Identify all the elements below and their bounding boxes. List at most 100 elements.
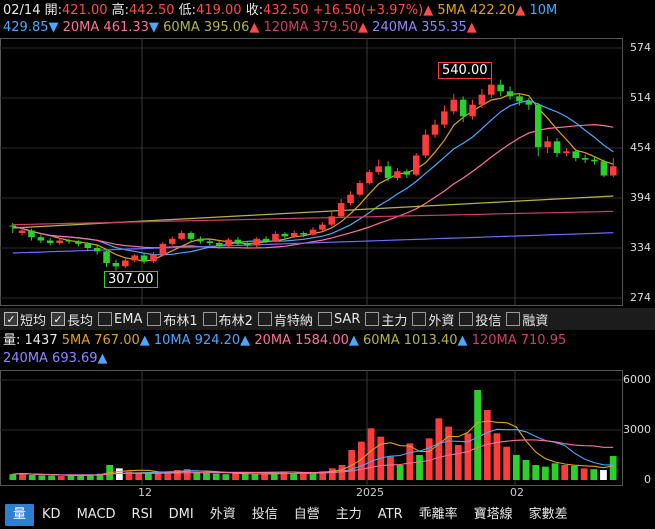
candle-body: [610, 166, 617, 176]
volume-bar: [145, 473, 152, 480]
candle-body: [450, 99, 458, 112]
volume-bar: [445, 426, 452, 480]
tab-7[interactable]: 自營: [286, 504, 328, 526]
ma20-value: 20MA 461.33: [62, 20, 149, 35]
volume-summary: 量: 1437 5MA 767.00▲ 10MA 924.20▲ 20MA 15…: [3, 333, 567, 348]
vol-ma20: 20MA 1584.00: [254, 333, 349, 348]
price-axis-tick: 274: [630, 291, 651, 304]
candle-body: [459, 99, 467, 117]
checkbox[interactable]: [365, 312, 380, 326]
candle-body: [225, 239, 232, 247]
checkbox[interactable]: [506, 312, 521, 326]
low-price: 419.00: [196, 3, 242, 18]
candle-body: [215, 243, 223, 247]
open-price: 421.00: [62, 3, 108, 18]
price-chart[interactable]: [0, 38, 655, 306]
volume-bar: [48, 475, 55, 480]
candle-body: [262, 238, 270, 242]
toggle-9[interactable]: 投信: [459, 310, 501, 329]
candle-body: [516, 96, 523, 102]
tab-9[interactable]: ATR: [370, 504, 411, 526]
ma10-value-part1: 10M: [529, 3, 558, 18]
candle-body: [469, 104, 476, 117]
ma-summary: 429.85▼ 20MA 461.33▼ 60MA 395.06▲ 120MA …: [3, 20, 477, 35]
volume-axis-tick: 6000: [623, 373, 651, 386]
tab-8[interactable]: 主力: [328, 504, 370, 526]
candle-body: [253, 238, 260, 246]
candle-body: [488, 84, 495, 95]
volume-bar: [232, 473, 239, 480]
candle-body: [422, 134, 429, 156]
toggle-label: 主力: [381, 313, 408, 329]
candle-body: [544, 141, 551, 148]
candle-body: [103, 251, 110, 263]
candle-body: [356, 183, 364, 195]
volume-bar: [512, 455, 520, 480]
tab-12[interactable]: 家數差: [521, 504, 576, 526]
toggle-label: 布林2: [218, 313, 253, 329]
toggle-8[interactable]: 外資: [412, 310, 454, 329]
candle-body: [394, 171, 401, 178]
volume-bar: [9, 474, 17, 480]
ma10-value-part2: 429.85: [3, 20, 49, 35]
vol-ma240: 240MA 693.69: [3, 351, 98, 366]
candle-body: [319, 224, 326, 230]
candle-body: [18, 230, 26, 233]
price-chart-frame: [0, 38, 623, 306]
candle-body: [28, 230, 35, 238]
toggle-2[interactable]: EMA: [98, 312, 142, 327]
volume-bar: [212, 473, 220, 480]
candle-body: [37, 237, 45, 241]
tab-10[interactable]: 乖離率: [411, 504, 466, 526]
toggle-3[interactable]: 布林1: [147, 310, 198, 329]
candle-body: [553, 141, 561, 153]
ma120-value: 120MA 379.50: [263, 20, 359, 35]
checkbox[interactable]: [317, 312, 332, 326]
tab-2[interactable]: MACD: [69, 504, 124, 526]
toggle-6[interactable]: SAR: [317, 312, 360, 327]
tab-4[interactable]: DMI: [161, 504, 202, 526]
toggle-1[interactable]: ✓ 長均: [51, 310, 93, 329]
volume-bar: [580, 468, 588, 480]
checkbox[interactable]: [412, 312, 427, 326]
volume-bar: [38, 475, 46, 480]
indicator-toggle-bar: ✓ 短均 ✓ 長均 EMA 布林1 布林2 肯特納 SAR 主力 外資 投信 融資: [0, 308, 655, 330]
candle-body: [525, 101, 533, 105]
toggle-5[interactable]: 肯特納: [257, 310, 313, 329]
volume-bar: [600, 470, 607, 480]
candle-body: [150, 254, 157, 262]
volume-bar: [532, 465, 540, 480]
indicator-tabs: 量 KD MACD RSI DMI 外資 投信 自營 主力 ATR 乖離率 寶塔線 家數差: [0, 500, 655, 529]
price-axis-tick: 394: [630, 191, 651, 204]
checkbox[interactable]: [257, 312, 272, 326]
toggle-label: 融資: [522, 313, 549, 329]
close-price: 432.50: [263, 3, 309, 18]
checkbox[interactable]: [459, 312, 474, 326]
checkbox[interactable]: [202, 312, 217, 326]
checkbox[interactable]: ✓: [4, 312, 18, 326]
volume-chart[interactable]: [0, 370, 655, 486]
candle-body: [131, 255, 138, 261]
checkbox[interactable]: [98, 312, 113, 326]
candle-body: [309, 229, 317, 235]
tab-1[interactable]: KD: [34, 504, 69, 526]
tab-6[interactable]: 投信: [244, 504, 286, 526]
toggle-4[interactable]: 布林2: [202, 310, 253, 329]
toggle-0[interactable]: ✓ 短均: [4, 310, 46, 329]
toggle-7[interactable]: 主力: [365, 310, 407, 329]
candle-body: [46, 240, 54, 243]
tab-3[interactable]: RSI: [124, 504, 161, 526]
toggle-label: 投信: [475, 313, 502, 329]
tab-5[interactable]: 外資: [202, 504, 244, 526]
volume-bar: [387, 456, 394, 480]
checkbox[interactable]: [147, 312, 162, 326]
checkbox[interactable]: ✓: [51, 312, 66, 326]
tab-11[interactable]: 寶塔線: [466, 504, 521, 526]
candle-body: [366, 172, 373, 183]
volume-bar: [328, 468, 336, 480]
candle-body: [300, 233, 307, 235]
candle-body: [403, 171, 411, 175]
toggle-10[interactable]: 融資: [506, 310, 548, 329]
tab-0[interactable]: 量: [5, 503, 35, 526]
candle-body: [234, 239, 242, 244]
